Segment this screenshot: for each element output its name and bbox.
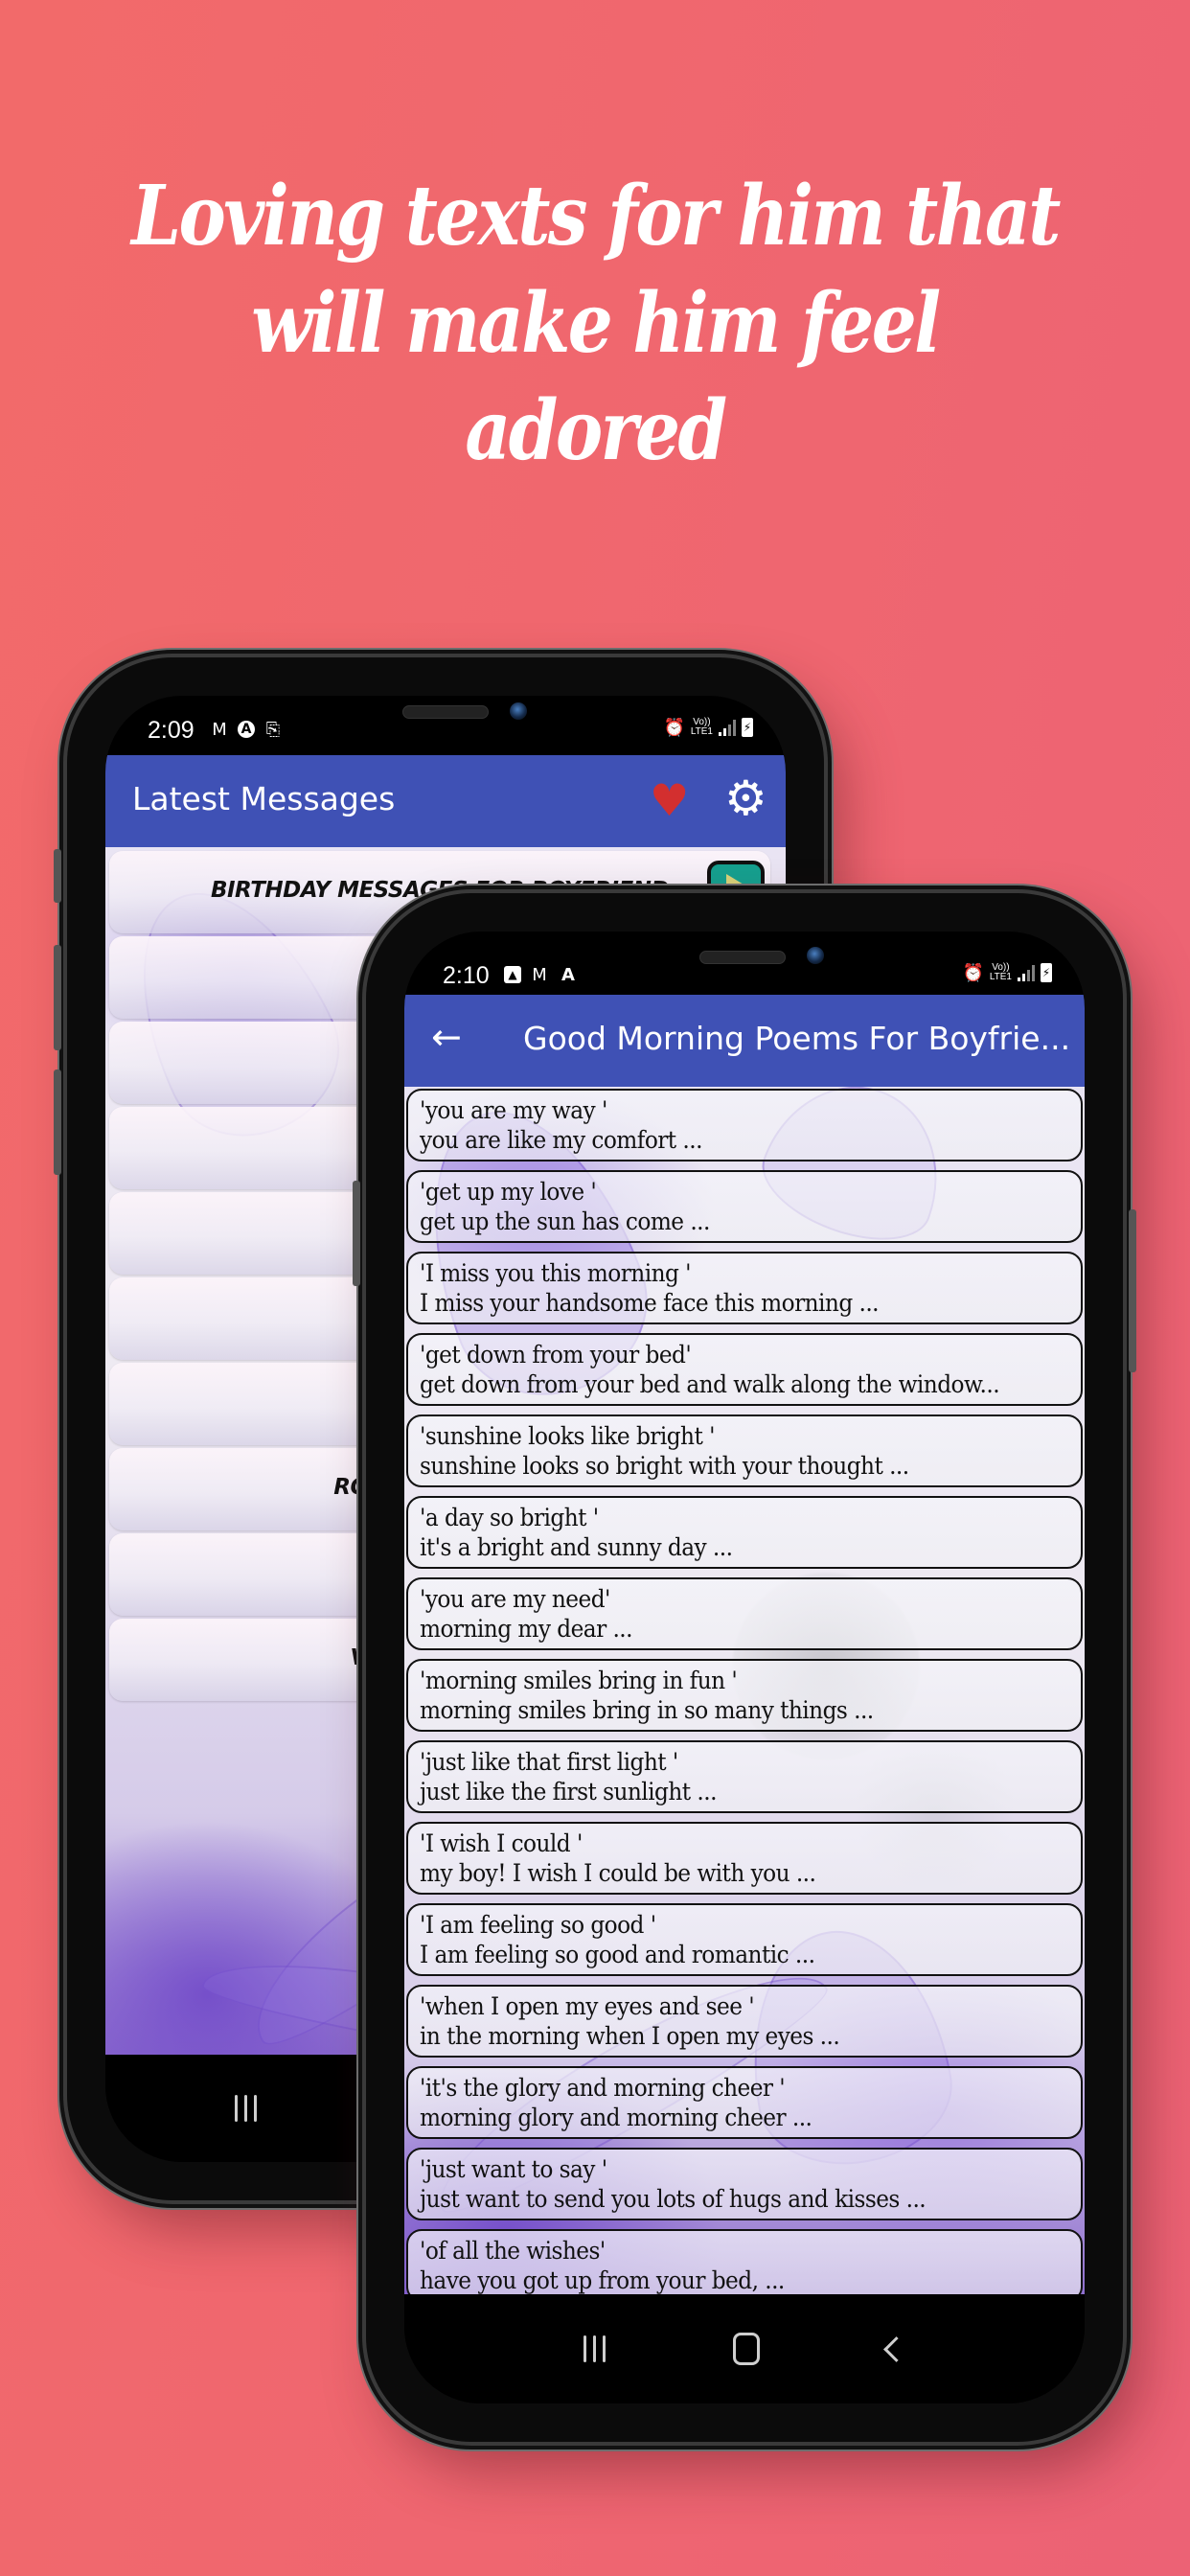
poem-preview: it's a bright and sunny day ...: [420, 1533, 733, 1561]
poem-preview: morning my dear ...: [420, 1615, 633, 1643]
poem-item[interactable]: 'when I open my eyes and see ' in the mo…: [406, 1985, 1083, 2058]
poem-item[interactable]: 'you are my need' morning my dear ...: [406, 1577, 1083, 1650]
poem-preview: I miss your handsome face this morning .…: [420, 1289, 880, 1317]
poem-preview: get down from your bed and walk along th…: [420, 1370, 1000, 1398]
poem-title: 'a day so bright ': [420, 1504, 599, 1531]
poem-title: 'sunshine looks like bright ': [420, 1422, 715, 1450]
poem-preview: morning glory and morning cheer ...: [420, 2104, 812, 2131]
system-nav-bar: [404, 2294, 1085, 2404]
home-icon[interactable]: [732, 2333, 760, 2365]
back-icon[interactable]: [883, 2335, 910, 2362]
poem-title: 'it's the glory and morning cheer ': [420, 2074, 786, 2102]
poem-title: 'when I open my eyes and see ': [420, 1992, 755, 2020]
status-time: 2:09: [148, 717, 195, 744]
headline-line: will make him feel: [251, 275, 941, 372]
poem-preview: morning smiles bring in so many things .…: [420, 1696, 874, 1724]
app-title: Good Morning Poems For Boyfrie...: [523, 1020, 1071, 1057]
poem-preview: have you got up from your bed, ...: [420, 2266, 785, 2294]
status-bar: 2:09 M A ⎘ ⏰ Vo)) LTE1 ⚡: [105, 703, 786, 761]
alarm-icon: ⏰: [962, 962, 985, 983]
poem-item[interactable]: 'you are my way ' you are like my comfor…: [406, 1089, 1083, 1162]
poem-item[interactable]: 'I wish I could ' my boy! I wish I could…: [406, 1822, 1083, 1895]
status-icons-right: ⏰ Vo)) LTE1 ⚡: [664, 717, 753, 738]
poem-list: 'you are my way ' you are like my comfor…: [404, 1087, 1085, 2294]
volte-lte1-icon: Vo)) LTE1: [691, 718, 713, 737]
settings-gear-icon[interactable]: ⚙: [724, 770, 767, 826]
side-button: [1129, 1209, 1136, 1372]
network-label-bottom: LTE1: [989, 972, 1012, 982]
app-bar: ← Good Morning Poems For Boyfrie...: [404, 995, 1085, 1087]
poem-title: 'I miss you this morning ': [420, 1259, 692, 1287]
poem-title: 'get down from your bed': [420, 1341, 692, 1368]
side-button: [54, 945, 61, 1050]
poem-preview: in the morning when I open my eyes ...: [420, 2022, 840, 2050]
status-icons-left: M A ⎘: [209, 719, 284, 740]
app-title: Latest Messages: [132, 780, 396, 817]
poem-title: 'I am feeling so good ': [420, 1911, 656, 1939]
poem-item[interactable]: 'it's the glory and morning cheer ' morn…: [406, 2066, 1083, 2139]
side-button: [54, 849, 61, 903]
poem-item[interactable]: 'a day so bright ' it's a bright and sun…: [406, 1496, 1083, 1569]
headline-line: adored: [465, 382, 727, 479]
alarm-icon: ⏰: [663, 717, 686, 738]
recent-apps-icon[interactable]: [583, 2335, 606, 2362]
poem-preview: my boy! I wish I could be with you ...: [420, 1859, 816, 1887]
poem-item[interactable]: 'I miss you this morning ' I miss your h…: [406, 1252, 1083, 1324]
side-button: [54, 1070, 61, 1175]
poem-item[interactable]: 'I am feeling so good ' I am feeling so …: [406, 1903, 1083, 1976]
signal-icon: [1018, 964, 1035, 981]
promo-headline: Loving texts for him that will make him …: [83, 163, 1107, 485]
gmail-icon: M: [212, 719, 227, 740]
front-phone-screen: 2:10 ▲ M A ⏰ Vo)) LTE1 ⚡ ← Good Morning …: [404, 932, 1085, 2404]
signal-icon: [719, 719, 736, 736]
gmail-icon: M: [532, 964, 547, 985]
poem-title: 'morning smiles bring in fun ': [420, 1667, 738, 1694]
poem-preview: sunshine looks so bright with your thoug…: [420, 1452, 909, 1480]
poem-item[interactable]: 'get down from your bed' get down from y…: [406, 1333, 1083, 1406]
volte-lte1-icon: Vo)) LTE1: [990, 963, 1012, 982]
poem-preview: just want to send you lots of hugs and k…: [420, 2185, 927, 2213]
poem-preview: I am feeling so good and romantic ...: [420, 1941, 815, 1968]
poem-preview: you are like my comfort ...: [420, 1126, 702, 1154]
recent-apps-icon[interactable]: [235, 2095, 257, 2122]
arrow-left-icon[interactable]: ←: [431, 1016, 462, 1058]
poem-title: 'just like that first light ': [420, 1748, 678, 1776]
poem-item[interactable]: 'just like that first light ' just like …: [406, 1740, 1083, 1813]
clipboard-icon: ⎘: [265, 719, 281, 740]
poem-title: 'of all the wishes': [420, 2237, 606, 2265]
poem-title: 'I wish I could ': [420, 1829, 583, 1857]
poem-preview: get up the sun has come ...: [420, 1208, 710, 1235]
status-icons-right: ⏰ Vo)) LTE1 ⚡: [963, 962, 1052, 983]
poem-title: 'you are my need': [420, 1585, 610, 1613]
poem-title: 'just want to say ': [420, 2155, 607, 2183]
status-time: 2:10: [443, 962, 490, 989]
status-icons-left: ▲ M A: [504, 964, 579, 985]
front-phone-frame: 2:10 ▲ M A ⏰ Vo)) LTE1 ⚡ ← Good Morning …: [353, 893, 1136, 2442]
poem-title: 'you are my way ': [420, 1096, 607, 1124]
battery-charging-icon: ⚡: [1041, 963, 1052, 982]
poem-item[interactable]: 'get up my love ' get up the sun has com…: [406, 1170, 1083, 1243]
headline-line: Loving texts for him that: [131, 168, 1061, 264]
poem-item[interactable]: 'morning smiles bring in fun ' morning s…: [406, 1659, 1083, 1732]
poem-item[interactable]: 'sunshine looks like bright ' sunshine l…: [406, 1414, 1083, 1487]
network-label-bottom: LTE1: [690, 726, 713, 737]
a-badge-icon: A: [238, 721, 255, 738]
side-button: [353, 1181, 360, 1286]
a-badge-icon: A: [561, 964, 575, 985]
app-bar: Latest Messages ♥ ⚙: [105, 755, 786, 847]
poem-title: 'get up my love ': [420, 1178, 597, 1206]
poem-item[interactable]: 'of all the wishes' have you got up from…: [406, 2229, 1083, 2294]
poem-preview: just like the first sunlight ...: [420, 1778, 717, 1806]
poem-item[interactable]: 'just want to say ' just want to send yo…: [406, 2148, 1083, 2220]
gallery-icon: ▲: [504, 966, 521, 983]
battery-charging-icon: ⚡: [742, 718, 753, 737]
heart-icon[interactable]: ♥: [650, 774, 689, 826]
